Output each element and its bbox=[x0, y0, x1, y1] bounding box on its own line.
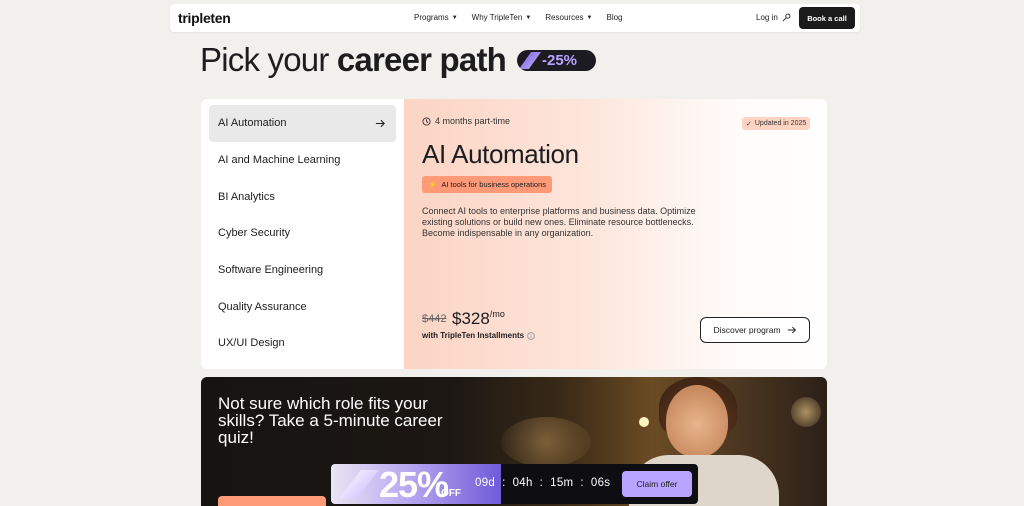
countdown-timer: 09d : 04h : 15m : 06s bbox=[475, 477, 611, 489]
logo[interactable]: tripleten bbox=[178, 10, 231, 26]
background-glow bbox=[501, 417, 591, 467]
title-bold: career path bbox=[336, 41, 507, 78]
discover-program-button[interactable]: Discover program bbox=[700, 317, 810, 343]
program-title: AI Automation bbox=[422, 139, 579, 169]
promo-percent: 25% bbox=[379, 464, 449, 504]
sidebar-item-cyber-security[interactable]: Cyber Security bbox=[209, 215, 396, 252]
price-unit: /mo bbox=[489, 309, 505, 319]
person-photo-face bbox=[666, 385, 728, 457]
caret-down-icon: ▼ bbox=[525, 14, 532, 21]
sidebar-item-quality-assurance[interactable]: Quality Assurance bbox=[209, 288, 396, 325]
tag-text: AI tools for business operations bbox=[441, 180, 546, 189]
nav-blog[interactable]: Blog bbox=[606, 13, 622, 22]
swoosh-icon bbox=[519, 52, 541, 69]
sidebar-item-label: BI Analytics bbox=[218, 190, 275, 203]
main-nav: Programs ▼ Why TripleTen ▼ Resources ▼ Blog bbox=[414, 13, 623, 22]
key-icon bbox=[782, 13, 791, 22]
sidebar-item-ai-ml[interactable]: AI and Machine Learning bbox=[209, 142, 396, 179]
lightning-icon: ⚡ bbox=[428, 180, 438, 189]
login-label: Log in bbox=[756, 13, 778, 22]
program-detail-panel: 4 months part-time ✓ Updated in 2025 AI … bbox=[404, 99, 827, 369]
duration-text: 4 months part-time bbox=[435, 116, 511, 126]
quiz-title: Not sure which role fits your skills? Ta… bbox=[218, 394, 443, 447]
sidebar-item-software-engineering[interactable]: Software Engineering bbox=[209, 252, 396, 289]
caret-down-icon: ▼ bbox=[451, 14, 458, 21]
program-tag: ⚡ AI tools for business operations bbox=[422, 176, 552, 193]
program-description: Connect AI tools to enterprise platforms… bbox=[422, 206, 696, 238]
duration-info: 4 months part-time bbox=[422, 116, 510, 126]
sidebar-item-ux-ui-design[interactable]: UX/UI Design bbox=[209, 325, 396, 362]
title-light: Pick your bbox=[200, 41, 337, 78]
sidebar-item-bi-analytics[interactable]: BI Analytics bbox=[209, 178, 396, 215]
updated-badge: ✓ Updated in 2025 bbox=[742, 117, 811, 130]
sidebar-item-label: Cyber Security bbox=[218, 227, 291, 240]
discount-badge: -25% bbox=[517, 50, 596, 71]
sidebar-item-label: Software Engineering bbox=[218, 264, 324, 277]
discount-text: -25% bbox=[542, 52, 578, 69]
updated-text: Updated in 2025 bbox=[754, 120, 807, 127]
nav-label: Programs bbox=[414, 13, 449, 22]
installments-text: with TripleTen Installments bbox=[422, 331, 525, 340]
sidebar-item-label: UX/UI Design bbox=[218, 337, 285, 350]
nav-label: Blog bbox=[606, 13, 623, 22]
book-call-button[interactable]: Book a call bbox=[799, 7, 855, 29]
sidebar-item-ai-automation[interactable]: AI Automation bbox=[209, 105, 396, 142]
bokeh-light bbox=[639, 417, 649, 427]
nav-label: Resources bbox=[545, 13, 584, 22]
top-navbar: tripleten Programs ▼ Why TripleTen ▼ Resou… bbox=[170, 4, 860, 32]
page-title: Pick your career path bbox=[200, 41, 507, 79]
arrow-right-icon bbox=[375, 119, 385, 127]
login-link[interactable]: Log in bbox=[756, 13, 791, 22]
installments-note: with TripleTen Installments bbox=[422, 331, 535, 340]
arrow-right-icon bbox=[787, 326, 796, 334]
sidebar-item-label: Quality Assurance bbox=[218, 300, 307, 313]
nav-programs[interactable]: Programs ▼ bbox=[414, 13, 458, 22]
swoosh-icon bbox=[339, 470, 379, 498]
promo-timer-bar: 25% OFF 09d : 04h : 15m : 06s Claim offe… bbox=[331, 464, 698, 504]
discover-label: Discover program bbox=[713, 325, 781, 335]
caret-down-icon: ▼ bbox=[586, 14, 593, 21]
info-icon[interactable] bbox=[527, 331, 535, 340]
claim-offer-button[interactable]: Claim offer bbox=[622, 471, 692, 497]
take-quiz-button[interactable] bbox=[218, 496, 326, 506]
sidebar-item-label: AI and Machine Learning bbox=[218, 154, 341, 167]
nav-why-tripleten[interactable]: Why TripleTen ▼ bbox=[472, 13, 532, 22]
bokeh-light bbox=[791, 397, 821, 427]
price-value: $328 bbox=[452, 309, 490, 328]
program-card: AI Automation AI and Machine Learning BI… bbox=[201, 99, 827, 369]
new-price: $328/mo bbox=[452, 309, 505, 329]
nav-label: Why TripleTen bbox=[471, 13, 523, 22]
nav-resources[interactable]: Resources ▼ bbox=[545, 13, 592, 22]
check-icon: ✓ bbox=[746, 120, 752, 128]
old-price: $442 bbox=[422, 313, 447, 325]
clock-icon bbox=[422, 116, 431, 126]
program-list: AI Automation AI and Machine Learning BI… bbox=[209, 105, 396, 362]
promo-off: OFF bbox=[441, 488, 461, 499]
sidebar-item-label: AI Automation bbox=[218, 117, 287, 130]
